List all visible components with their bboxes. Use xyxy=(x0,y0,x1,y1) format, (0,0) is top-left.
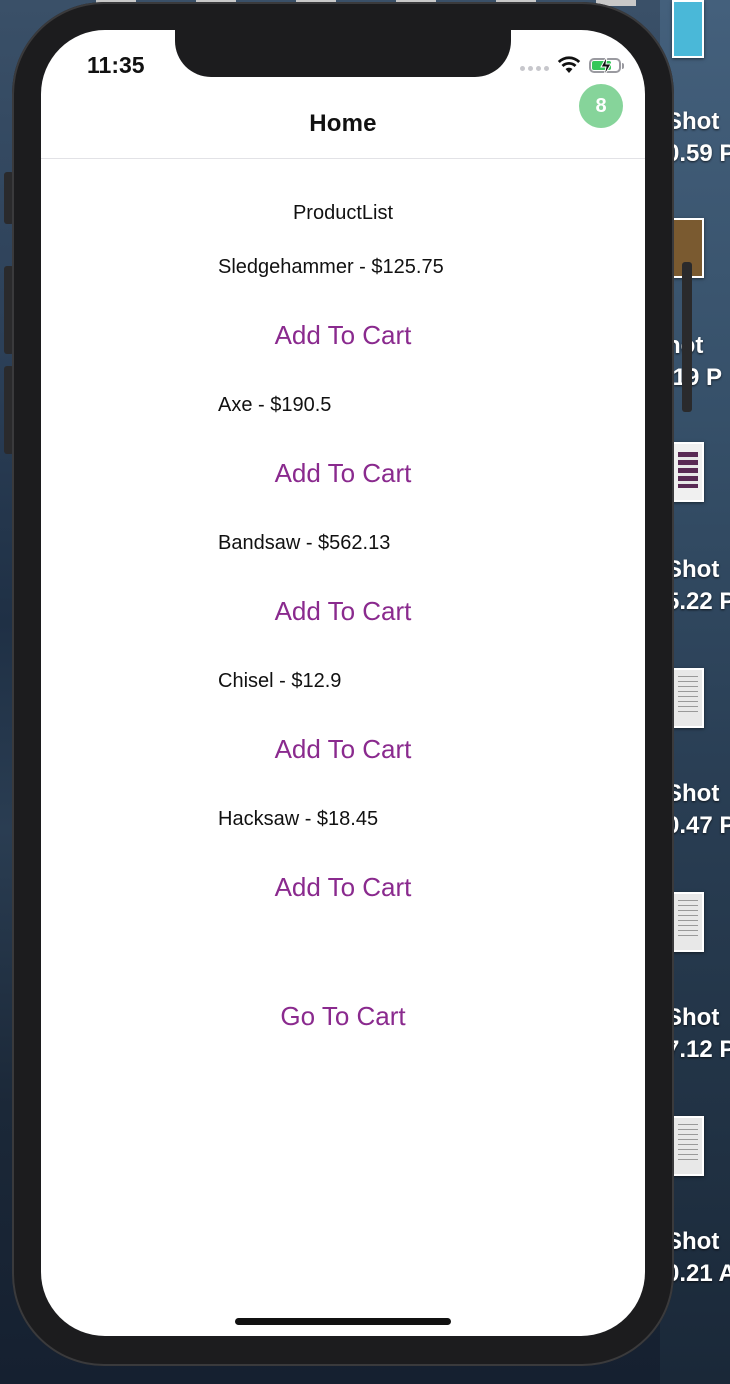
cart-count-badge[interactable]: 8 xyxy=(579,84,623,128)
product-list-title: ProductList xyxy=(292,202,394,224)
desktop-file-label: Shot 0.47 P xyxy=(666,780,730,839)
desktop-file-label: hot .19 P xyxy=(666,332,723,391)
add-to-cart-button[interactable]: Add To Cart xyxy=(41,458,645,489)
page-title: Home xyxy=(309,110,377,137)
navigation-bar: Home xyxy=(41,94,645,159)
status-indicators xyxy=(520,55,624,76)
desktop-file-label: Shot 0.59 P xyxy=(666,108,730,167)
product-label: Chisel - $12.9 xyxy=(218,670,342,692)
add-to-cart-button[interactable]: Add To Cart xyxy=(41,734,645,765)
product-label: Bandsaw - $562.13 xyxy=(218,532,391,554)
wifi-icon xyxy=(557,56,581,73)
add-to-cart-button[interactable]: Add To Cart xyxy=(41,320,645,351)
desktop-file-icon[interactable] xyxy=(672,442,704,502)
home-indicator[interactable] xyxy=(235,1318,451,1325)
desktop-file-label: Shot 0.21 A xyxy=(666,1228,730,1287)
desktop-file-label: Shot 5.22 P xyxy=(666,556,730,615)
product-label: Sledgehammer - $125.75 xyxy=(218,256,444,278)
cellular-signal-icon xyxy=(520,59,549,71)
add-to-cart-button[interactable]: Add To Cart xyxy=(41,596,645,627)
charging-bolt-icon xyxy=(600,55,612,76)
add-to-cart-button[interactable]: Add To Cart xyxy=(41,872,645,903)
desktop-file-label: Shot 7.12 P xyxy=(666,1004,730,1063)
desktop-file-icon[interactable] xyxy=(672,668,704,728)
product-label: Hacksaw - $18.45 xyxy=(218,808,379,830)
go-to-cart-button[interactable]: Go To Cart xyxy=(41,1001,645,1032)
phone-screen: 11:35 Home 8 ProductList Sledgehammer - … xyxy=(41,30,645,1336)
power-button xyxy=(682,262,692,412)
product-label: Axe - $190.5 xyxy=(218,394,332,416)
status-time: 11:35 xyxy=(87,52,145,78)
battery-icon xyxy=(589,55,624,76)
notch xyxy=(175,30,511,77)
desktop-file-icon[interactable] xyxy=(672,0,704,58)
desktop-file-icon[interactable] xyxy=(672,1116,704,1176)
desktop-file-icon[interactable] xyxy=(672,892,704,952)
